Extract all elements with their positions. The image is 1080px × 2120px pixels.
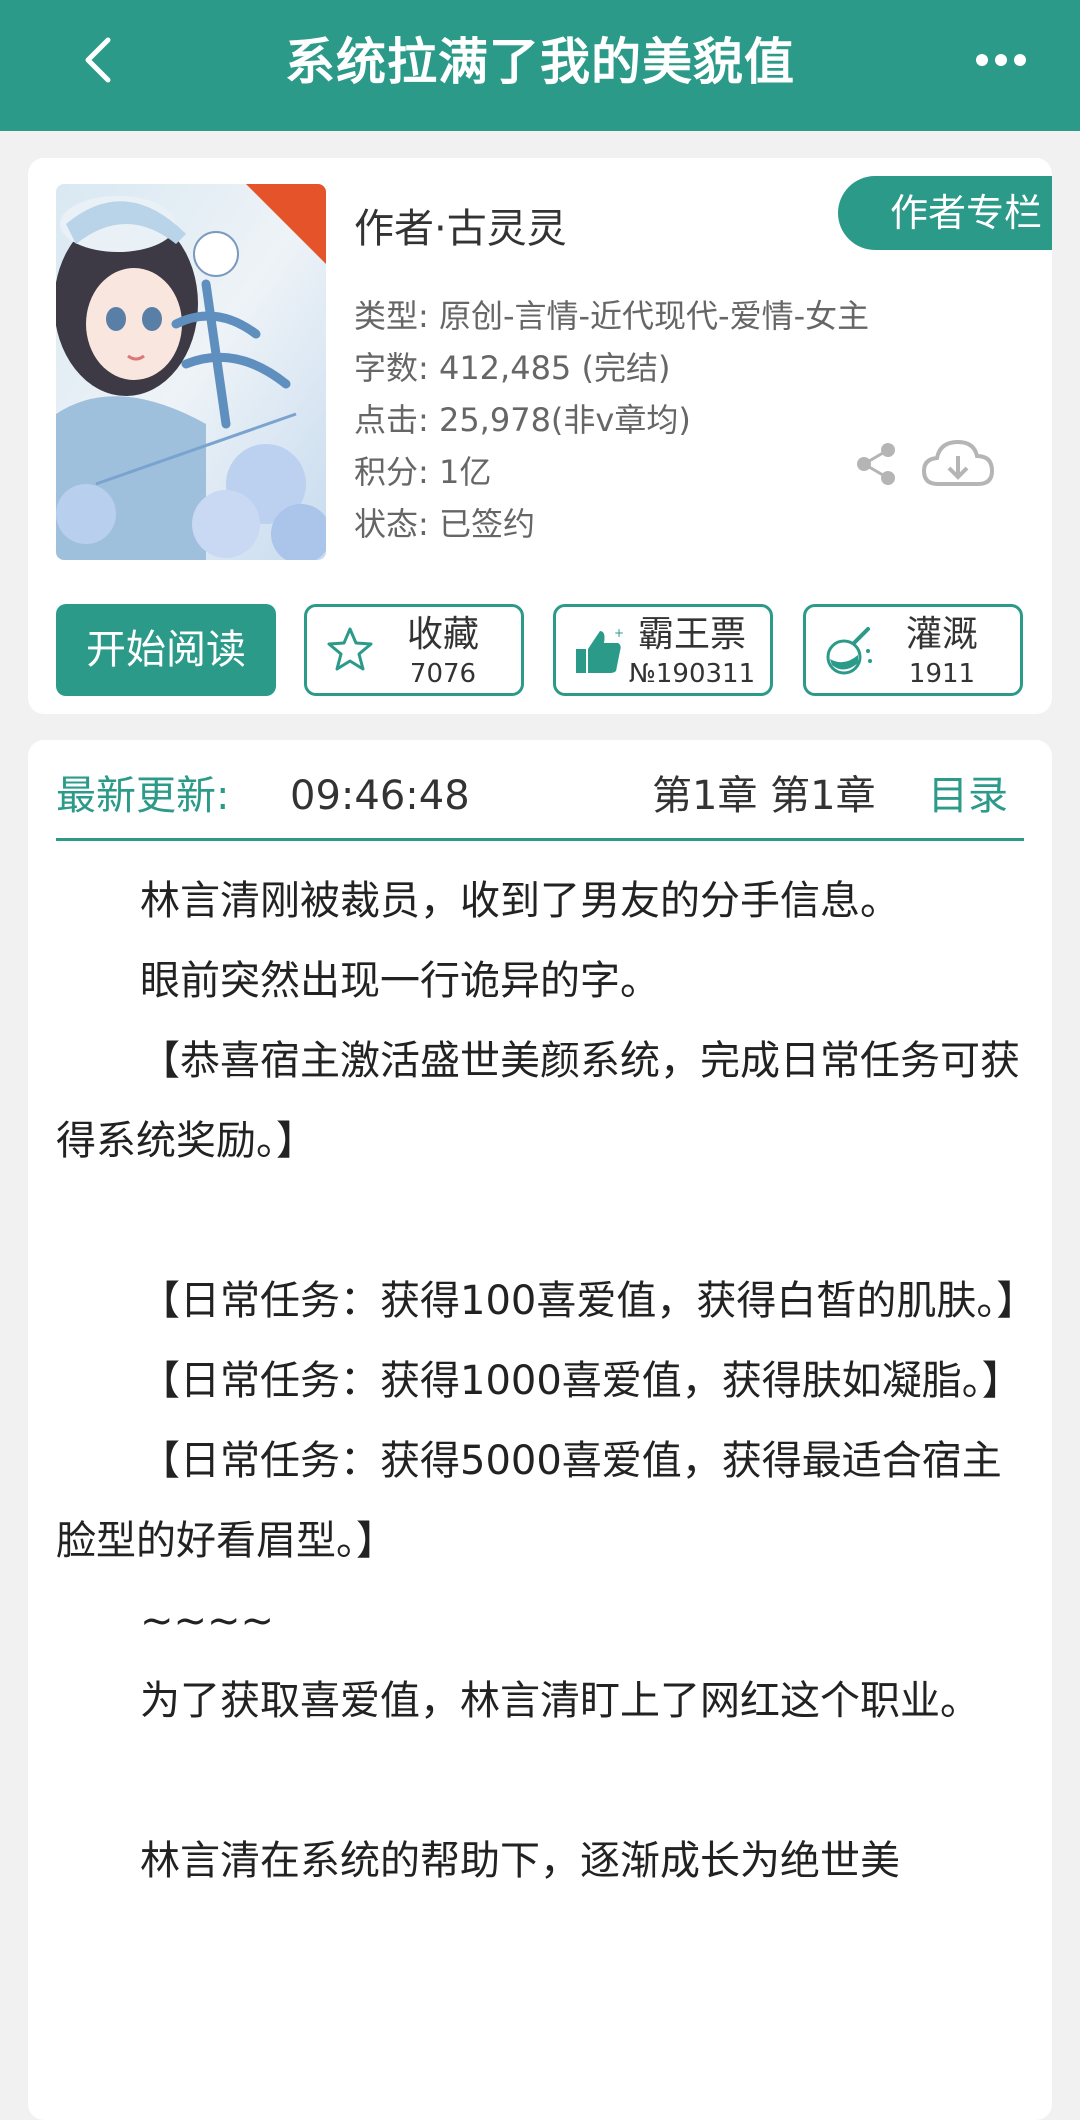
water-button[interactable]: 灌溉 1911 (803, 604, 1023, 696)
star-icon (327, 627, 373, 671)
paragraph: 【恭喜宿主激活盛世美颜系统，完成日常任务可获得系统奖励。】 (56, 1038, 1020, 1164)
meta-score: 积分: 1亿 (354, 453, 492, 491)
meta-word-count: 字数: 412,485 (完结) (354, 349, 671, 387)
top-bar: 系统拉满了我的美貌值 (0, 0, 1080, 131)
paragraph: 眼前突然出现一行诡异的字。 (140, 958, 660, 1004)
chapter-content-card: 最新更新: 09:46:48 第1章 第1章 目录 林言清刚被裁员，收到了男友的… (28, 740, 1052, 2120)
more-button[interactable] (975, 52, 1027, 66)
paragraph: 为了获取喜爱值，林言清盯上了网红这个职业。 (140, 1678, 980, 1724)
share-button[interactable] (852, 440, 900, 488)
latest-update-label: 最新更新: (56, 773, 230, 819)
book-cover[interactable] (56, 184, 326, 560)
chapter-text: 林言清刚被裁员，收到了男友的分手信息。 眼前突然出现一行诡异的字。 【恭喜宿主激… (56, 861, 1037, 1901)
meta-status: 状态: 已签约 (354, 505, 535, 543)
thumbs-up-icon: + (576, 626, 624, 673)
favorite-button[interactable]: 收藏 7076 (304, 604, 524, 696)
favorite-count: 7076 (409, 659, 477, 689)
chevron-left-icon (85, 37, 111, 83)
vote-count: №190311 (628, 659, 756, 689)
book-info-card: 作者·古灵灵 作者专栏 类型: 原创-言情-近代现代-爱情-女主 字数: 412… (28, 158, 1052, 714)
water-count: 1911 (908, 659, 976, 689)
start-reading-button[interactable]: 开始阅读 (56, 604, 276, 696)
paragraph: 【日常任务：获得100喜爱值，获得白皙的肌肤。】 (140, 1278, 1037, 1324)
meta-type: 类型: 原创-言情-近代现代-爱情-女主 (354, 297, 870, 335)
vote-label: 霸王票 (637, 614, 746, 655)
paragraph: 林言清刚被裁员，收到了男友的分手信息。 (140, 878, 900, 924)
latest-update-time: 09:46:48 (290, 773, 470, 819)
more-dots-icon (976, 54, 1026, 66)
paragraph: 【日常任务：获得5000喜爱值，获得最适合宿主脸型的好看眉型。】 (56, 1438, 1002, 1564)
page-title: 系统拉满了我的美貌值 (285, 33, 795, 91)
favorite-label: 收藏 (406, 614, 479, 655)
book-meta: 类型: 原创-言情-近代现代-爱情-女主 字数: 412,485 (完结) 点击… (354, 290, 869, 550)
vote-button[interactable]: + 霸王票 №190311 (553, 604, 773, 696)
divider (56, 838, 1024, 841)
watering-flask-icon (826, 627, 872, 675)
paragraph: 【日常任务：获得1000喜爱值，获得肤如凝脂。】 (140, 1358, 1022, 1404)
cover-illustration (56, 184, 326, 560)
paragraph: ~~~~ (140, 1598, 275, 1644)
author-name[interactable]: 作者·古灵灵 (354, 196, 567, 254)
table-of-contents-link[interactable]: 目录 (928, 768, 1008, 824)
download-button[interactable] (920, 434, 996, 494)
author-column-button[interactable]: 作者专栏 (838, 176, 1052, 250)
cloud-download-icon (921, 439, 995, 486)
share-icon (857, 443, 895, 485)
back-button[interactable] (72, 26, 132, 94)
meta-clicks: 点击: 25,978(非v章均) (354, 401, 691, 439)
water-label: 灌溉 (905, 614, 978, 655)
paragraph: 林言清在系统的帮助下，逐渐成长为绝世美 (140, 1838, 900, 1884)
latest-chapter-link[interactable]: 第1章 第1章 (652, 768, 878, 824)
